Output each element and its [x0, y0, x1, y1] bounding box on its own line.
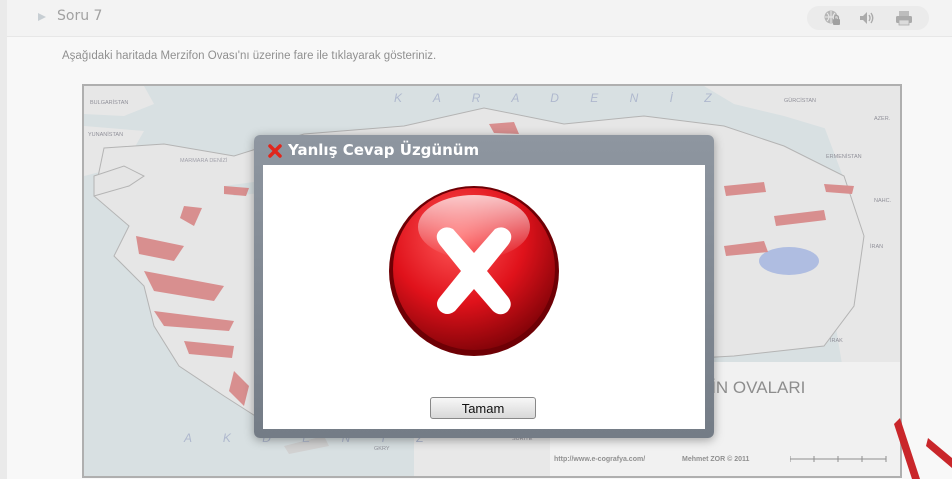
window-left-border: [0, 0, 7, 479]
map-label-marmara: MARMARA DENİZİ: [180, 158, 228, 164]
map-scale-bar: [790, 456, 887, 462]
question-text: Aşağıdaki haritada Merzifon Ovası'nı üze…: [62, 50, 437, 62]
map-label-bulgaristan: BULGARİSTAN: [90, 100, 129, 106]
map-label-irak: IRAK: [830, 338, 843, 344]
printer-icon[interactable]: [895, 9, 913, 27]
error-dialog: Yanlış Cevap Üzgünüm Tamam: [254, 135, 714, 438]
red-x-icon: [389, 186, 559, 356]
ok-button[interactable]: Tamam: [430, 397, 536, 419]
map-label-iran: İRAN: [870, 244, 884, 250]
speaker-icon[interactable]: [858, 9, 876, 27]
map-label-yunanistan: YUNANİSTAN: [88, 132, 124, 138]
corner-stamp-graphic: [894, 418, 952, 479]
globe-lock-icon[interactable]: [823, 9, 841, 27]
map-author: Mehmet ZOR © 2011: [682, 456, 750, 463]
dialog-body: Tamam: [263, 165, 705, 429]
map-label-gurcistan: GÜRCİSTAN: [784, 98, 816, 104]
map-label-karadeniz: K A R A D E N İ Z: [394, 91, 726, 105]
wrong-answer-image: [377, 179, 571, 361]
map-source-url: http://www.e-cografya.com/: [554, 456, 646, 463]
map-label-ermenistan: ERMENİSTAN: [826, 154, 862, 160]
toolbar: [807, 6, 929, 30]
question-header-bar: Soru 7: [7, 0, 952, 37]
question-number: Soru 7: [57, 8, 103, 24]
map-label-kibris: GKRY: [374, 446, 390, 452]
question-marker-icon: [38, 13, 46, 21]
error-x-icon: [268, 144, 282, 158]
dialog-title: Yanlış Cevap Üzgünüm: [288, 141, 480, 159]
map-label-nahc: NAHC.: [874, 198, 892, 204]
map-label-azer: AZER.: [874, 116, 891, 122]
dialog-titlebar: Yanlış Cevap Üzgünüm: [254, 135, 714, 165]
